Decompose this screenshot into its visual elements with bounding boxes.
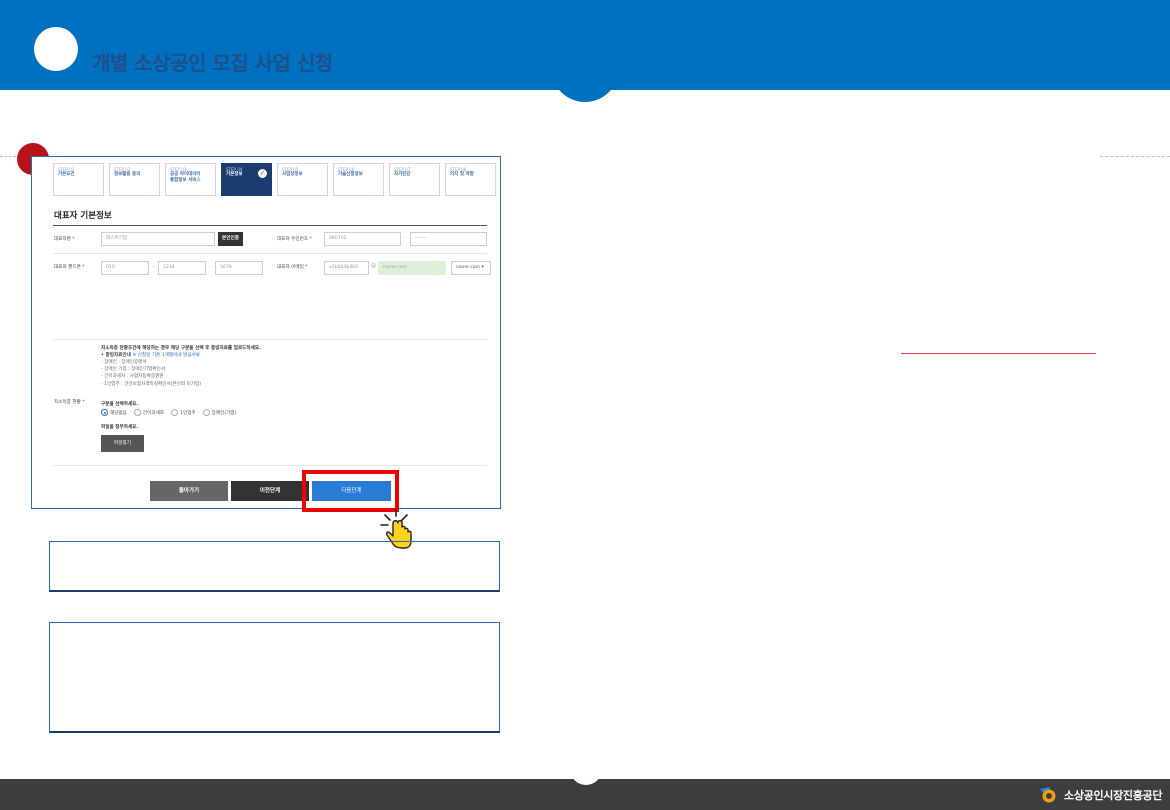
row-divider (53, 339, 487, 340)
benefit-label: 저소득층 현황 * (54, 400, 85, 405)
email-domain-select[interactable]: naver.com ▾ (451, 261, 491, 275)
notice-block: 저소득층 현황조건에 해당하는 경우 해당 구분을 선택 후 증빙자료를 업로드… (101, 345, 261, 388)
step-item-active: STEP 04 기본정보 ✓ (221, 163, 272, 196)
radio-option-disabled[interactable]: 장애인(기업) (202, 409, 237, 416)
step-item: STEP 01 기본요건 (53, 163, 104, 196)
radio-label: 간이과세자 (142, 410, 165, 416)
verify-button[interactable]: 본인인증 (218, 232, 243, 246)
annotation-line (901, 353, 1096, 354)
notice-item: - 장애인 : 장애인증명서 (101, 360, 147, 366)
attach-label: 파일을 첨부하세요. (101, 425, 139, 430)
check-icon: ✓ (258, 169, 267, 178)
radio-option-single-owner[interactable]: 1인업주 (171, 409, 196, 416)
radio-label: 장애인(기업) (211, 410, 237, 416)
radio-selected-icon (101, 409, 108, 416)
prev-step-button[interactable]: 이전단계 (231, 481, 309, 501)
next-button-highlight (302, 470, 399, 512)
divider-left (0, 156, 16, 157)
description-box-2 (49, 622, 500, 733)
header-circle-icon (34, 27, 78, 71)
notice-doc-line: • 증빙자료안내 ※ 신청일 기준 1개월이내 발급서류 (101, 352, 261, 359)
notice-doc-prefix: • 증빙자료안내 (101, 353, 131, 359)
step-indicator: STEP 01 기본요건 STEP 02 정보활용 동의 STEP 03 공공 … (53, 163, 496, 196)
radio-label: 1인업주 (180, 410, 196, 416)
step-item: STEP 02 정보활용 동의 (109, 163, 160, 196)
header-tab-decoration (551, 60, 619, 102)
radio-icon (133, 409, 141, 416)
org-logo-text: 소상공인시장진흥공단 (1064, 789, 1163, 802)
phone-input-2[interactable]: 1234 (158, 261, 206, 275)
phone-separator: - (152, 264, 154, 270)
row-divider (53, 465, 487, 466)
radio-icon (171, 409, 179, 416)
phone-input-1[interactable]: 010 (101, 261, 149, 275)
section-divider (53, 225, 487, 226)
step-name: 기술신청정보 (338, 172, 363, 178)
step-item: STEP 05 사업장정보 (277, 163, 328, 196)
notice-title: 저소득층 현황조건에 해당하는 경우 해당 구분을 선택 후 증빙자료를 업로드… (101, 346, 261, 351)
footer-decoration (570, 763, 602, 785)
name-input[interactable]: 테스트기업 (101, 232, 215, 246)
notice-item: - 간이과세자 : 사업자등록증명원 (101, 374, 164, 380)
back-button[interactable]: 돌아가기 (150, 481, 228, 501)
step-item: STEP 07 자가진단 (389, 163, 440, 196)
step-name: 정보활용 동의 (114, 172, 141, 178)
org-logo: 소상공인시장진흥공단 (1038, 786, 1163, 804)
step-name-line2: 통합정보 서비스 (170, 178, 201, 184)
step-item: STEP 06 기술신청정보 (333, 163, 384, 196)
footer-bar (0, 763, 1170, 810)
step-item: STEP 08 의지 및 역량 (445, 163, 496, 196)
phone-input-3[interactable]: 5678 (215, 261, 263, 275)
step-name: 기본요건 (58, 172, 75, 178)
form-screenshot: STEP 01 기본요건 STEP 02 정보활용 동의 STEP 03 공공 … (31, 156, 501, 509)
email-at-sign: @ (371, 263, 376, 269)
ssn-back-input[interactable]: ------- (410, 232, 487, 246)
phone-separator: - (209, 264, 211, 270)
email-id-input[interactable]: a1b2b3b4b5 (324, 261, 369, 275)
email-domain-input[interactable]: naver.com (378, 261, 446, 275)
ssn-separator: - (404, 235, 406, 241)
ssn-label: 대표자 주민번호 * (277, 237, 312, 242)
row-divider (53, 253, 487, 254)
file-find-button[interactable]: 파일찾기 (101, 435, 144, 452)
notice-item: - 1인업주 : 건강보험자격득실확인서(본인외 미가입) (101, 381, 202, 387)
description-box-1 (49, 541, 500, 592)
page-title: 개별 소상공인 모집 사업 신청 (92, 51, 333, 75)
step-name: 자가진단 (394, 172, 411, 178)
choose-label: 구분을 선택하세요. (101, 402, 139, 407)
divider-right (1100, 156, 1170, 157)
benefit-radio-group: 해당없음 간이과세자 1인업주 장애인(기업) (101, 409, 236, 416)
radio-option-simple-tax[interactable]: 간이과세자 (133, 409, 165, 416)
step-name: 의지 및 역량 (450, 172, 474, 178)
radio-option-none[interactable]: 해당없음 (101, 409, 127, 416)
section-title: 대표자 기본정보 (54, 211, 112, 221)
email-label: 대표자 이메일 * (277, 265, 308, 270)
step-item: STEP 03 공공 마이데이터 통합정보 서비스 (165, 163, 216, 196)
step-name: 사업장정보 (282, 172, 303, 178)
radio-label: 해당없음 (110, 410, 127, 416)
notice-doc-link[interactable]: ※ 신청일 기준 1개월이내 발급서류 (132, 353, 200, 358)
radio-icon (202, 409, 210, 416)
ssn-front-input[interactable]: 980702 (324, 232, 401, 246)
org-logo-icon (1040, 787, 1056, 803)
name-label: 대표자명 * (54, 237, 75, 242)
tutorial-page: 개별 소상공인 모집 사업 신청 STEP 01 기본요건 STEP 02 정보… (0, 0, 1170, 810)
notice-item: - 장애인 기업 : 장애인기업확인서 (101, 367, 165, 373)
phone-label: 대표자 핸드폰 * (54, 265, 85, 270)
